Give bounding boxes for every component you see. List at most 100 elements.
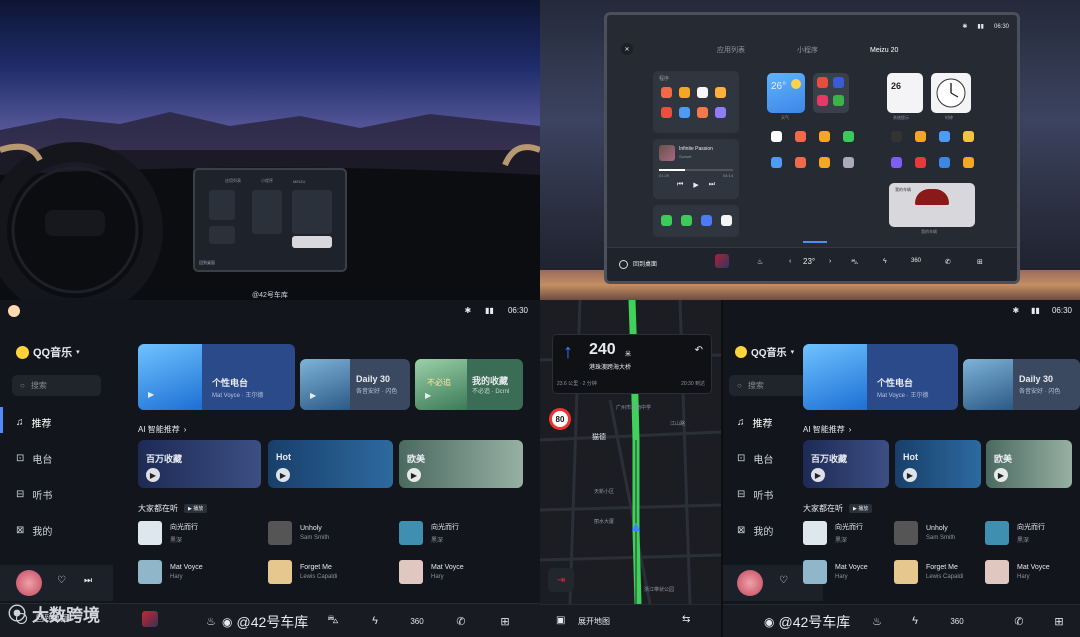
ai-card-million[interactable]: 百万收藏 ▶ (803, 440, 889, 488)
sidebar-label: 推荐 (31, 418, 52, 430)
camera-360-icon[interactable]: 360 (406, 612, 428, 630)
song-item[interactable]: Mat Voyce Hary (985, 560, 1050, 584)
play-icon[interactable]: ▶ (811, 468, 825, 482)
app-group-card[interactable]: 程序 (653, 71, 739, 133)
seat-heat-icon[interactable]: ♨ (866, 612, 888, 630)
phone-icon[interactable]: ✆ (945, 258, 951, 266)
hero-card-radio[interactable]: 个性电台 Mat Voyce · 王尔德 ▶ (138, 344, 295, 410)
camera-360-icon[interactable]: 360 (946, 612, 968, 630)
next-icon[interactable]: ⏭ (709, 181, 715, 189)
home-icon[interactable] (619, 260, 628, 269)
ai-section-header[interactable]: AI 智能推荐 › (803, 424, 851, 435)
play-icon[interactable]: ▶ (146, 468, 160, 482)
sidebar-item-radio[interactable]: ⊡ 电台 (16, 448, 106, 468)
sidebar-item-mine[interactable]: ⊠ 我的 (16, 520, 106, 540)
song-item[interactable]: Forget Me Lewis Capaldi (268, 560, 337, 584)
car-icon[interactable]: ⛍ (851, 258, 858, 267)
temp-up-icon[interactable]: › (829, 258, 831, 265)
ai-card-million[interactable]: 百万收藏 ▶ (138, 440, 261, 488)
ai-card-hot[interactable]: Hot ▶ (268, 440, 393, 488)
play-icon[interactable]: ▶ (276, 468, 290, 482)
play-all-badge[interactable]: ▶ 播放 (849, 504, 873, 513)
play-icon[interactable]: ▶ (693, 181, 698, 189)
home-label[interactable]: 回到桌面 (633, 259, 657, 268)
phone-icon[interactable]: ✆ (450, 612, 472, 630)
music-player-card[interactable]: Infinite Passion Sunset 01:29 04:14 ⏮ ▶ … (653, 139, 739, 199)
hero-title: 个性电台 (212, 378, 249, 388)
mini-player[interactable]: ♡ ⏭ (0, 565, 113, 601)
search-input[interactable]: ○ 搜索 (12, 375, 101, 396)
navigation-map[interactable]: ↑ 240 米 港珠澳跨海大桥 ↶ 23.6 公里 · 2 分钟 20:30 到… (540, 300, 721, 604)
phone-icon[interactable]: ✆ (1008, 612, 1030, 630)
play-icon[interactable]: ▶ (407, 468, 421, 482)
camera-360-icon[interactable]: 360 (911, 258, 921, 264)
play-icon[interactable]: ▶ (903, 468, 917, 482)
app-folder[interactable] (813, 73, 849, 113)
close-icon[interactable]: ✕ (621, 43, 633, 55)
song-item[interactable]: Mat Voyce Hary (138, 560, 203, 584)
ai-card-hot[interactable]: Hot ▶ (895, 440, 981, 488)
lightning-icon[interactable]: ϟ (364, 612, 386, 630)
ai-card-western[interactable]: 欧美 ▶ (399, 440, 523, 488)
song-item[interactable]: Mat Voyce Hary (803, 560, 868, 584)
clock-widget[interactable] (931, 73, 971, 113)
song-item[interactable]: Unholy Sam Smith (268, 521, 329, 545)
weather-widget[interactable]: 26° (767, 73, 805, 113)
avatar[interactable] (8, 305, 20, 317)
map-icon[interactable]: ▣ (556, 615, 565, 626)
heart-icon[interactable]: ♡ (57, 575, 66, 586)
sidebar-item-recommend[interactable]: ♫ 推荐 (16, 412, 106, 432)
search-input[interactable]: ○ 搜索 (729, 375, 809, 396)
temp-down-icon[interactable]: ‹ (789, 258, 791, 265)
app-grid-icon[interactable]: ⊞ (494, 612, 516, 630)
hero-card-favorites[interactable]: 不必追 我的收藏 不必追 · Dcrnl ▶ (415, 359, 523, 410)
song-item[interactable]: 向光而行 黑深 (803, 521, 863, 545)
hero-card-daily[interactable]: Daily 30 各音安好 · 闪色 ▶ (300, 359, 410, 410)
song-item[interactable]: 向光而行 黑深 (138, 521, 198, 545)
song-item[interactable]: Forget Me Lewis Capaldi (894, 560, 963, 584)
album-disc[interactable] (16, 570, 42, 596)
song-item[interactable]: 向光而行 黑深 (399, 521, 459, 545)
song-artist: Hary (1017, 574, 1030, 580)
ai-section-header[interactable]: AI 智能推荐 › (138, 424, 186, 435)
tab-mini-programs[interactable]: 小程序 (797, 45, 818, 55)
chevron-down-icon[interactable]: ▾ (791, 348, 795, 356)
swap-icon[interactable]: ⇆ (682, 614, 690, 625)
exit-nav-icon[interactable]: ⇥ (548, 568, 574, 592)
song-name: Unholy (300, 525, 322, 532)
song-item[interactable]: 向光而行 黑深 (985, 521, 1045, 545)
app-grid-icon[interactable]: ⊞ (1048, 612, 1070, 630)
app-grid-icon[interactable]: ⊞ (977, 258, 983, 266)
expand-map-label[interactable]: 展开地图 (578, 616, 610, 627)
nav-guidance-card[interactable]: ↑ 240 米 港珠澳跨海大桥 ↶ 23.6 公里 · 2 分钟 20:30 到… (552, 334, 712, 394)
chevron-down-icon[interactable]: ▾ (76, 348, 80, 356)
play-all-badge[interactable]: ▶ 播放 (184, 504, 208, 513)
song-item[interactable]: Mat Voyce Hary (399, 560, 464, 584)
ai-card-western[interactable]: 欧美 ▶ (986, 440, 1072, 488)
play-icon[interactable]: ▶ (148, 390, 154, 399)
player-title: Infinite Passion (679, 146, 713, 152)
seat-heat-icon[interactable]: ♨ (200, 612, 222, 630)
heart-icon[interactable]: ♡ (779, 575, 788, 586)
next-track-icon[interactable]: ⏭ (84, 575, 92, 586)
hero-card-radio[interactable]: 个性电台 Mat Voyce · 王尔德 (803, 344, 958, 410)
play-icon[interactable]: ▶ (425, 391, 431, 400)
sidebar-item-audiobook[interactable]: ⊟ 听书 (16, 484, 106, 504)
play-icon[interactable]: ▶ (994, 468, 1008, 482)
seat-heat-icon[interactable]: ♨ (757, 258, 763, 266)
prev-icon[interactable]: ⏮ (677, 181, 683, 189)
now-playing-cover[interactable] (715, 254, 729, 268)
album-disc[interactable] (737, 570, 763, 596)
my-car-card[interactable]: 我的车辆 (889, 183, 975, 227)
lightning-icon[interactable]: ϟ (883, 258, 887, 265)
calendar-widget[interactable]: 26 (887, 73, 923, 113)
play-icon[interactable]: ▶ (310, 391, 316, 400)
lightning-icon[interactable]: ϟ (904, 612, 926, 630)
hero-card-daily[interactable]: Daily 30 各音安好 · 闪色 (963, 359, 1080, 410)
tab-device[interactable]: Meizu 20 (870, 47, 898, 54)
tab-app-list[interactable]: 应用列表 (717, 45, 745, 55)
now-playing-cover[interactable] (142, 611, 158, 627)
song-item[interactable]: Unholy Sam Smith (894, 521, 955, 545)
car-icon[interactable]: ⛍ (322, 612, 344, 630)
hero-cover (300, 359, 350, 410)
